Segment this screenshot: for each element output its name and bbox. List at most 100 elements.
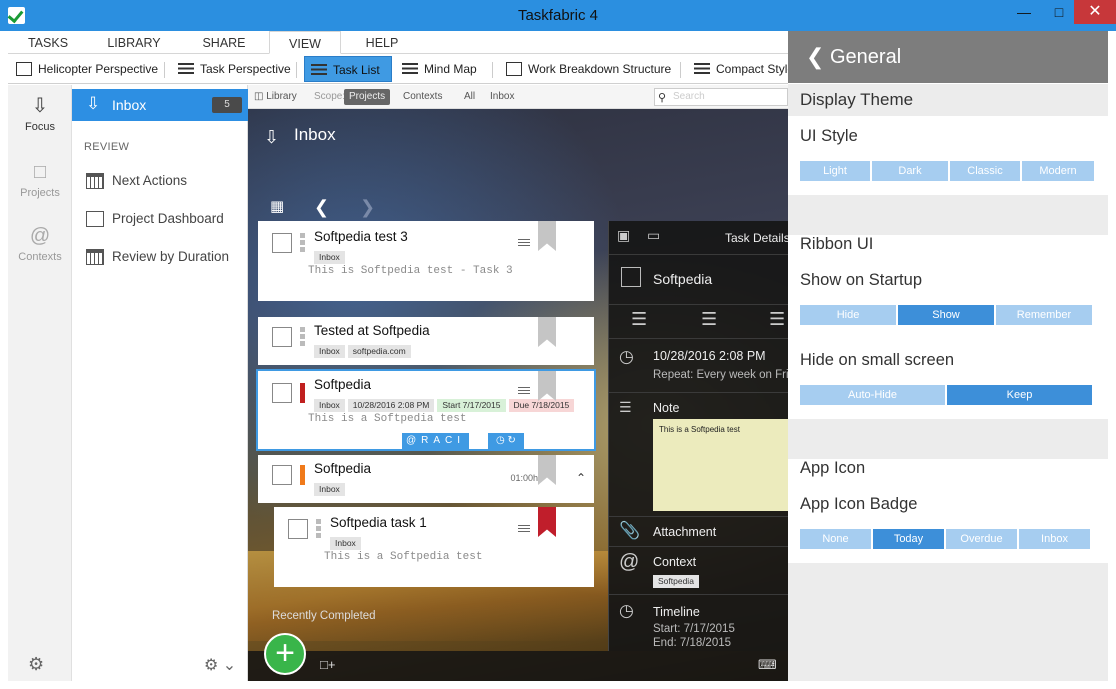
grid-view-icon[interactable]: ▦ bbox=[270, 197, 284, 215]
details-context[interactable]: @ Context Softpedia bbox=[609, 547, 788, 595]
priority-indicator[interactable] bbox=[300, 383, 305, 403]
bookmark-icon[interactable] bbox=[538, 507, 556, 537]
nav-item-next-actions[interactable]: Next Actions bbox=[84, 169, 244, 193]
raci-button[interactable]: @RACI bbox=[402, 433, 470, 449]
nav-item-review-by-duration[interactable]: Review by Duration bbox=[84, 245, 244, 269]
rail-contexts[interactable]: @ Contexts bbox=[8, 225, 72, 263]
maximize-button[interactable]: □ bbox=[1044, 0, 1074, 24]
tab-view[interactable]: VIEW bbox=[269, 31, 341, 54]
menu-lines-icon[interactable] bbox=[518, 239, 530, 247]
note-text[interactable]: This is a Softpedia test bbox=[653, 419, 788, 511]
minimize-button[interactable]: — bbox=[1004, 0, 1044, 24]
task-tags: Inbox 10/28/2016 2:08 PM Start 7/17/2015 Du… bbox=[314, 399, 577, 412]
details-attachment[interactable]: 📎 Attachment bbox=[609, 517, 788, 547]
add-task-button[interactable]: + bbox=[264, 633, 306, 675]
task-card[interactable]: Softpedia test 3 Inbox This is Softpedia… bbox=[258, 221, 594, 301]
priority-indicator[interactable] bbox=[316, 519, 321, 539]
priority-indicator[interactable] bbox=[300, 327, 305, 347]
task-checkbox[interactable] bbox=[272, 465, 292, 485]
rail-label: Focus bbox=[25, 121, 55, 133]
close-button[interactable]: ✕ bbox=[1074, 0, 1116, 24]
task-card[interactable]: Tested at Softpedia Inbox softpedia.com bbox=[258, 317, 594, 365]
list-view-icon[interactable]: ☰ bbox=[631, 309, 647, 330]
back-arrow-icon[interactable]: ❮ bbox=[314, 197, 329, 218]
tag: Inbox bbox=[330, 537, 361, 550]
task-list-button[interactable]: Task List bbox=[304, 56, 392, 82]
task-card[interactable]: Softpedia Inbox 01:00h ⌃ bbox=[258, 455, 594, 503]
task-checkbox[interactable] bbox=[272, 327, 292, 347]
task-checkbox[interactable] bbox=[621, 267, 641, 287]
back-chevron-icon[interactable]: ❮ bbox=[806, 31, 824, 83]
badge-today[interactable]: Today bbox=[873, 529, 944, 549]
bookmark-icon[interactable] bbox=[538, 455, 556, 485]
startup-hide[interactable]: Hide bbox=[800, 305, 896, 325]
subtask-card[interactable]: Softpedia task 1 Inbox This is a Softped… bbox=[274, 507, 594, 587]
scope-projects[interactable]: Projects bbox=[344, 89, 391, 105]
menu-lines-icon[interactable] bbox=[518, 525, 530, 533]
badge-inbox[interactable]: Inbox bbox=[1019, 529, 1090, 549]
settings-header: ❮ General bbox=[788, 31, 1108, 83]
bookmark-icon[interactable] bbox=[538, 371, 556, 401]
list-view-icon[interactable]: ☰ bbox=[769, 309, 785, 330]
menu-lines-icon[interactable] bbox=[518, 387, 530, 395]
forward-arrow-icon[interactable]: ❯ bbox=[360, 197, 375, 218]
task-perspective-button[interactable]: Task Perspective bbox=[172, 56, 291, 82]
nav-item-project-dashboard[interactable]: Project Dashboard bbox=[84, 207, 244, 231]
rail-label: Projects bbox=[20, 187, 60, 199]
library-toggle[interactable]: ◫ Library bbox=[254, 89, 297, 105]
wbs-button[interactable]: Work Breakdown Structure bbox=[500, 56, 671, 82]
list-view-icon[interactable]: ☰ bbox=[701, 309, 717, 330]
add-subtask-icon[interactable]: □+ bbox=[320, 657, 335, 672]
badge-none[interactable]: None bbox=[800, 529, 871, 549]
button-label: Task Perspective bbox=[200, 62, 291, 76]
tab-library[interactable]: LIBRARY bbox=[104, 31, 164, 54]
settings-gear-icon[interactable]: ⚙ ⌄ bbox=[204, 655, 236, 675]
task-checkbox[interactable] bbox=[288, 519, 308, 539]
navigation-panel: ⇩ Inbox 5 REVIEW Next Actions Project Da… bbox=[72, 85, 248, 681]
ribbon-tabs: TASKS LIBRARY SHARE VIEW HELP bbox=[8, 31, 788, 54]
badge-overdue[interactable]: Overdue bbox=[946, 529, 1017, 549]
ui-style-modern[interactable]: Modern bbox=[1022, 161, 1094, 181]
bookmark-icon[interactable] bbox=[538, 317, 556, 347]
context-tag[interactable]: Softpedia bbox=[653, 575, 699, 588]
task-card-selected[interactable]: Softpedia Inbox 10/28/2016 2:08 PM Start 7… bbox=[256, 369, 596, 451]
rail-projects[interactable]: □ Projects bbox=[8, 161, 72, 199]
mind-map-button[interactable]: Mind Map bbox=[396, 56, 477, 82]
task-tags: Inbox bbox=[314, 251, 348, 264]
recently-completed-link[interactable]: Recently Completed bbox=[272, 610, 376, 622]
keyboard-icon[interactable]: ⌨ bbox=[758, 657, 777, 673]
tab-share[interactable]: SHARE bbox=[196, 31, 252, 54]
search-input[interactable]: ⚲ Search bbox=[654, 88, 788, 106]
clock-refresh-button[interactable]: ◷ ↻ bbox=[488, 433, 524, 449]
priority-indicator[interactable] bbox=[300, 465, 305, 485]
gear-icon[interactable]: ⚙ bbox=[28, 654, 44, 675]
task-details-panel: ▣ ▭ Task Details Softpedia ☰ ☰ ☰ ◷ 10/28… bbox=[608, 221, 788, 651]
hide-auto-hide[interactable]: Auto-Hide bbox=[800, 385, 945, 405]
hide-keep[interactable]: Keep bbox=[947, 385, 1092, 405]
window-icon[interactable]: ▭ bbox=[647, 227, 660, 244]
task-checkbox[interactable] bbox=[272, 383, 292, 403]
startup-remember[interactable]: Remember bbox=[996, 305, 1092, 325]
bookmark-icon[interactable] bbox=[538, 221, 556, 251]
details-timeline[interactable]: ◷ Timeline Start: 7/17/2015 End: 7/18/20… bbox=[609, 595, 788, 651]
details-reminder[interactable]: ◷ 10/28/2016 2:08 PM Repeat: Every week … bbox=[609, 339, 788, 393]
startup-show[interactable]: Show bbox=[898, 305, 994, 325]
ui-style-classic[interactable]: Classic bbox=[950, 161, 1020, 181]
scope-contexts[interactable]: Contexts bbox=[403, 89, 442, 105]
collapse-chevron-icon[interactable]: ⌃ bbox=[576, 471, 586, 485]
tab-help[interactable]: HELP bbox=[360, 31, 404, 54]
priority-indicator[interactable] bbox=[300, 233, 305, 253]
scope-inbox[interactable]: Inbox bbox=[490, 89, 514, 105]
spacer bbox=[788, 563, 1108, 681]
add-window-icon[interactable]: ▣ bbox=[617, 227, 630, 244]
ui-style-light[interactable]: Light bbox=[800, 161, 870, 181]
tab-tasks[interactable]: TASKS bbox=[22, 31, 74, 54]
ui-style-dark[interactable]: Dark bbox=[872, 161, 948, 181]
helicopter-perspective-button[interactable]: Helicopter Perspective bbox=[10, 56, 158, 82]
details-task-title: Softpedia bbox=[653, 271, 713, 287]
scope-all[interactable]: All bbox=[464, 89, 475, 105]
rail-focus[interactable]: ⇩ Focus bbox=[8, 95, 72, 133]
task-checkbox[interactable] bbox=[272, 233, 292, 253]
compact-style-button[interactable]: Compact Style bbox=[688, 56, 794, 82]
nav-item-inbox[interactable]: ⇩ Inbox 5 bbox=[72, 89, 248, 121]
